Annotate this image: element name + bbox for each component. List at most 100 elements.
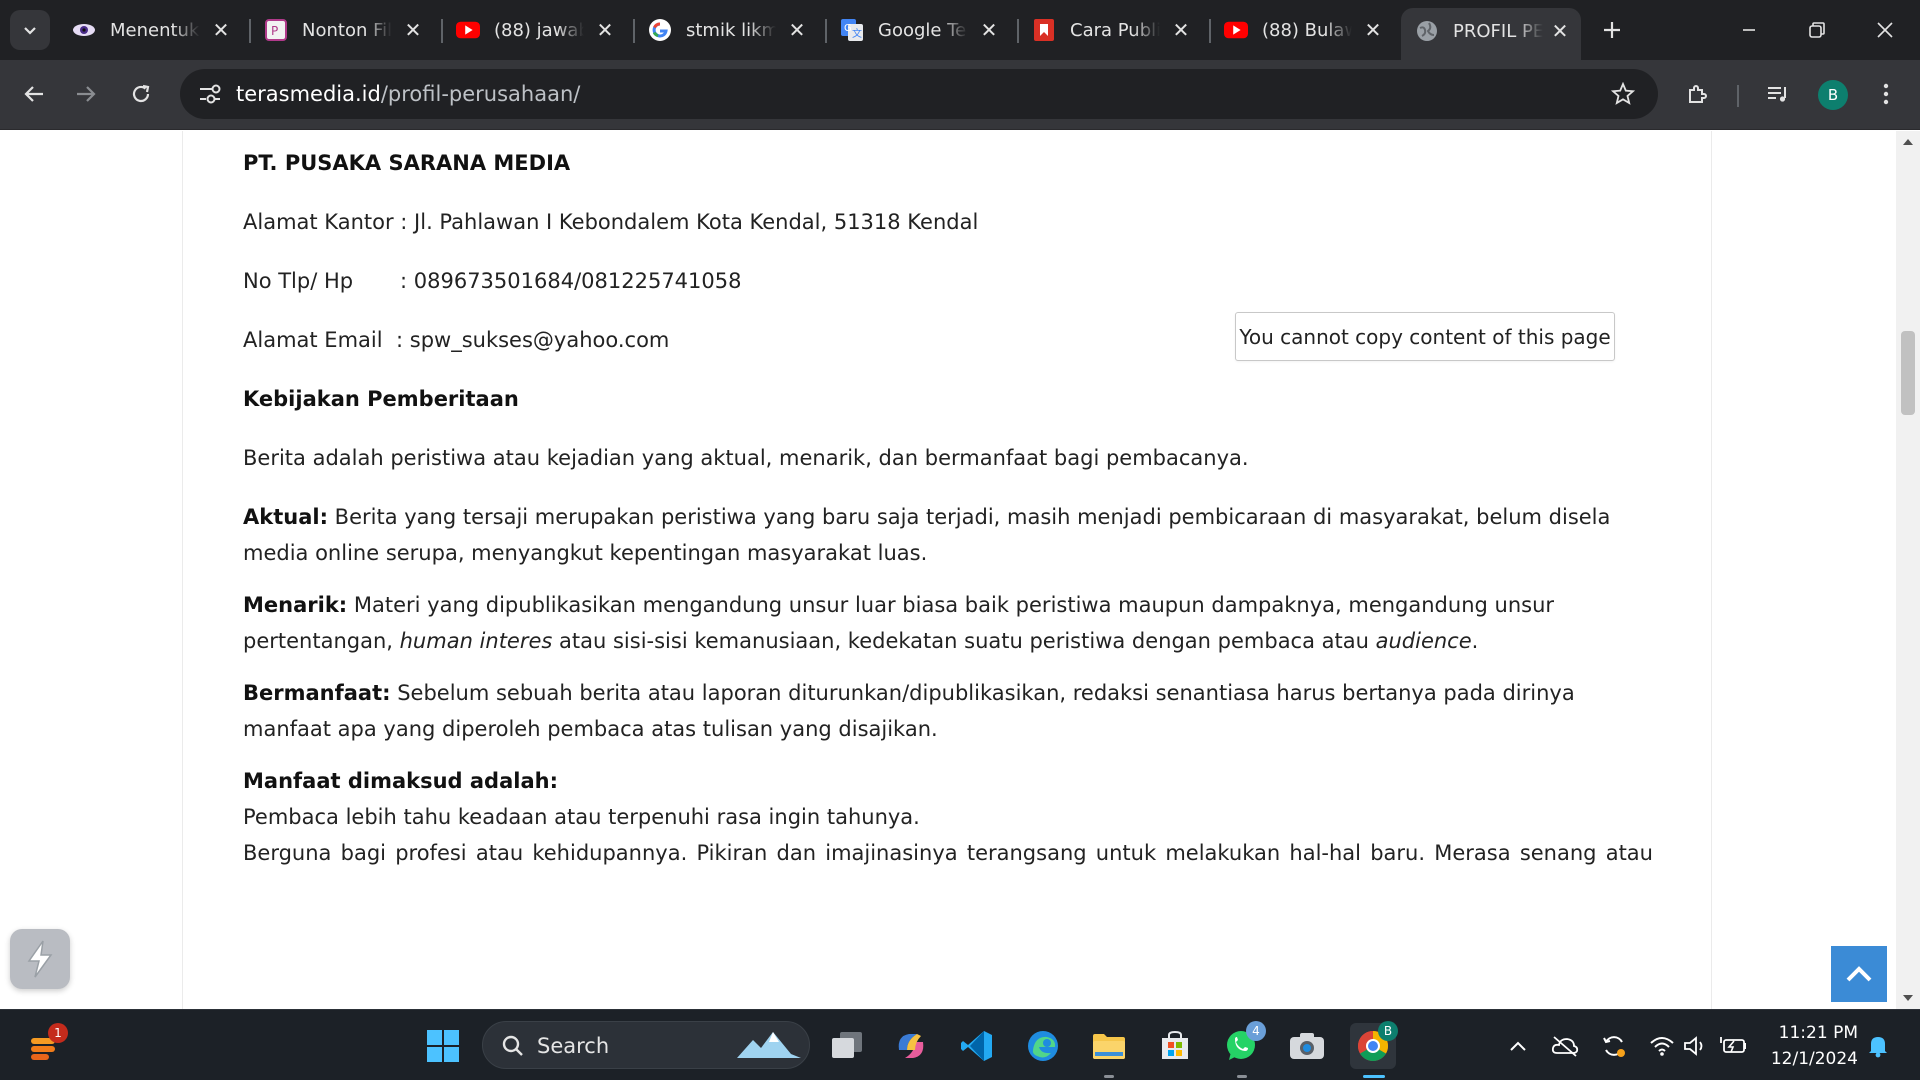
back-button[interactable]	[14, 74, 54, 114]
restore-button[interactable]	[1782, 0, 1852, 60]
vscode-button[interactable]	[954, 1023, 1000, 1069]
vscode-icon	[961, 1031, 992, 1061]
chrome-profile-badge: B	[1378, 1021, 1398, 1041]
tab-youtube-bulawan[interactable]: (88) Bulawan ✕	[1210, 10, 1394, 50]
notification-badge: 1	[48, 1023, 68, 1043]
tab-nonton-film[interactable]: P Nonton Film ✕	[250, 10, 434, 50]
tab-strip: Menentukan ✕ P Nonton Film ✕ (88) jawaba…	[0, 0, 1920, 60]
reload-icon	[132, 84, 150, 103]
edge-button[interactable]	[1020, 1023, 1066, 1069]
forward-button[interactable]	[66, 74, 106, 114]
close-icon[interactable]: ✕	[1170, 18, 1192, 42]
tab-search-button[interactable]	[10, 10, 50, 50]
battery-button[interactable]	[1720, 1032, 1748, 1060]
menarik-term: Menarik:	[243, 593, 348, 617]
policy-heading: Kebijakan Pemberitaan	[243, 381, 1653, 417]
menarik-text-2a: pertentangan,	[243, 629, 400, 653]
page-scrollbar[interactable]	[1896, 131, 1920, 1009]
menarik-emphasis-2: audience	[1375, 629, 1472, 653]
cloud-off-icon	[1551, 1036, 1579, 1057]
chrome-button[interactable]: B	[1350, 1021, 1398, 1069]
star-icon[interactable]	[1611, 82, 1635, 106]
camera-button[interactable]	[1284, 1023, 1330, 1069]
wifi-button[interactable]	[1648, 1032, 1676, 1060]
new-tab-button[interactable]	[1594, 12, 1630, 48]
onedrive-button[interactable]	[1551, 1032, 1579, 1060]
address-line: Alamat Kantor : Jl. Pahlawan I Kebondale…	[243, 204, 1653, 240]
copilot-button[interactable]	[888, 1023, 934, 1069]
svg-text:G: G	[844, 23, 852, 34]
profile-avatar[interactable]: B	[1818, 80, 1848, 110]
scrollbar-thumb[interactable]	[1901, 331, 1915, 415]
notification-center-button[interactable]	[1864, 1032, 1892, 1060]
file-explorer-button[interactable]	[1086, 1023, 1132, 1069]
toolbar-divider	[1737, 85, 1739, 107]
microsoft-store-button[interactable]	[1152, 1023, 1198, 1069]
tab-profil-perusahaan[interactable]: PROFIL PERUSAHAAN ✕	[1401, 8, 1581, 60]
aktual-line-1: Aktual: Berita yang tersaji merupakan pe…	[243, 499, 1653, 535]
google-icon	[648, 18, 672, 42]
sync-button[interactable]	[1600, 1032, 1628, 1060]
arrow-left-icon	[24, 86, 43, 102]
arrow-right-icon	[77, 86, 96, 102]
menarik-text-1: Materi yang dipublikasikan mengandung un…	[347, 593, 1555, 617]
tab-google-stmik[interactable]: stmik likmi ✕	[634, 10, 818, 50]
company-name-text: PT. PUSAKA SARANA MEDIA	[243, 151, 571, 175]
tab-menentukan[interactable]: Menentukan ✕	[58, 10, 242, 50]
svg-text:文: 文	[852, 27, 862, 40]
close-icon[interactable]: ✕	[210, 18, 232, 42]
folder-icon	[1093, 1034, 1125, 1059]
benefit-heading: Manfaat dimaksud adalah:	[243, 763, 1653, 799]
clock-date: 12/1/2024	[1770, 1049, 1858, 1069]
phone-value: : 089673501684/081225741058	[400, 269, 742, 293]
menarik-text-2b: atau sisi-sisi kemanusiaan, kedekatan su…	[552, 629, 1376, 653]
close-icon[interactable]: ✕	[402, 18, 424, 42]
address-label: Alamat Kantor	[243, 210, 394, 234]
whatsapp-button[interactable]: 4	[1218, 1021, 1266, 1069]
media-controls-button[interactable]	[1758, 74, 1798, 114]
tab-google-translate[interactable]: G文 Google Terjemahan ✕	[826, 10, 1010, 50]
menarik-emphasis-1: human interes	[399, 629, 553, 653]
chevron-down-icon	[24, 27, 36, 35]
close-icon[interactable]: ✕	[594, 18, 616, 42]
url-text: terasmedia.id/profil-perusahaan/	[236, 82, 580, 106]
close-icon[interactable]: ✕	[1362, 18, 1384, 42]
svg-text:P: P	[271, 24, 278, 38]
scroll-to-top-button[interactable]	[1831, 946, 1887, 1002]
menarik-line-1: Menarik: Materi yang dipublikasikan meng…	[243, 587, 1653, 623]
show-hidden-icons-button[interactable]	[1504, 1032, 1532, 1060]
sidekick-button[interactable]	[10, 929, 70, 989]
address-bar[interactable]: terasmedia.id/profil-perusahaan/	[180, 69, 1658, 119]
running-indicator	[1237, 1075, 1247, 1078]
reload-button[interactable]	[121, 74, 161, 114]
extensions-button[interactable]	[1678, 74, 1718, 114]
start-button[interactable]	[420, 1023, 466, 1069]
email-value: : spw_sukses@yahoo.com	[396, 328, 670, 352]
tab-title: Google Terjemahan	[878, 19, 968, 41]
aktual-term: Aktual:	[243, 505, 328, 529]
policy-heading-text: Kebijakan Pemberitaan	[243, 387, 519, 411]
tab-youtube-jawaban[interactable]: (88) jawaban ✕	[442, 10, 626, 50]
page-viewport: PT. PUSAKA SARANA MEDIA Alamat Kantor : …	[0, 131, 1920, 1009]
scroll-down-arrow[interactable]	[1903, 995, 1913, 1001]
widgets-button[interactable]: 1	[22, 1023, 68, 1069]
taskbar-search[interactable]: Search	[482, 1021, 810, 1069]
minimize-button[interactable]	[1714, 0, 1784, 60]
close-icon[interactable]: ✕	[978, 18, 1000, 42]
site-settings-icon[interactable]	[198, 83, 222, 105]
system-clock[interactable]: 11:21 PM 12/1/2024	[1768, 1020, 1858, 1072]
search-icon	[502, 1035, 523, 1056]
news-definition: Berita adalah peristiwa atau kejadian ya…	[243, 446, 1249, 470]
whatsapp-badge: 4	[1246, 1021, 1266, 1041]
close-icon[interactable]: ✕	[1549, 19, 1571, 43]
menu-button[interactable]	[1866, 74, 1906, 114]
volume-button[interactable]	[1682, 1032, 1710, 1060]
youtube-icon	[456, 18, 480, 42]
tab-cara-publikasi[interactable]: Cara Publikasi ✕	[1018, 10, 1202, 50]
aktual-line-2: media online serupa, menyangkut kepentin…	[243, 541, 928, 565]
task-view-button[interactable]	[824, 1023, 870, 1069]
close-icon[interactable]: ✕	[786, 18, 808, 42]
scroll-up-arrow[interactable]	[1903, 139, 1913, 145]
browser-toolbar: terasmedia.id/profil-perusahaan/ B	[0, 60, 1920, 130]
close-window-button[interactable]	[1850, 0, 1920, 60]
